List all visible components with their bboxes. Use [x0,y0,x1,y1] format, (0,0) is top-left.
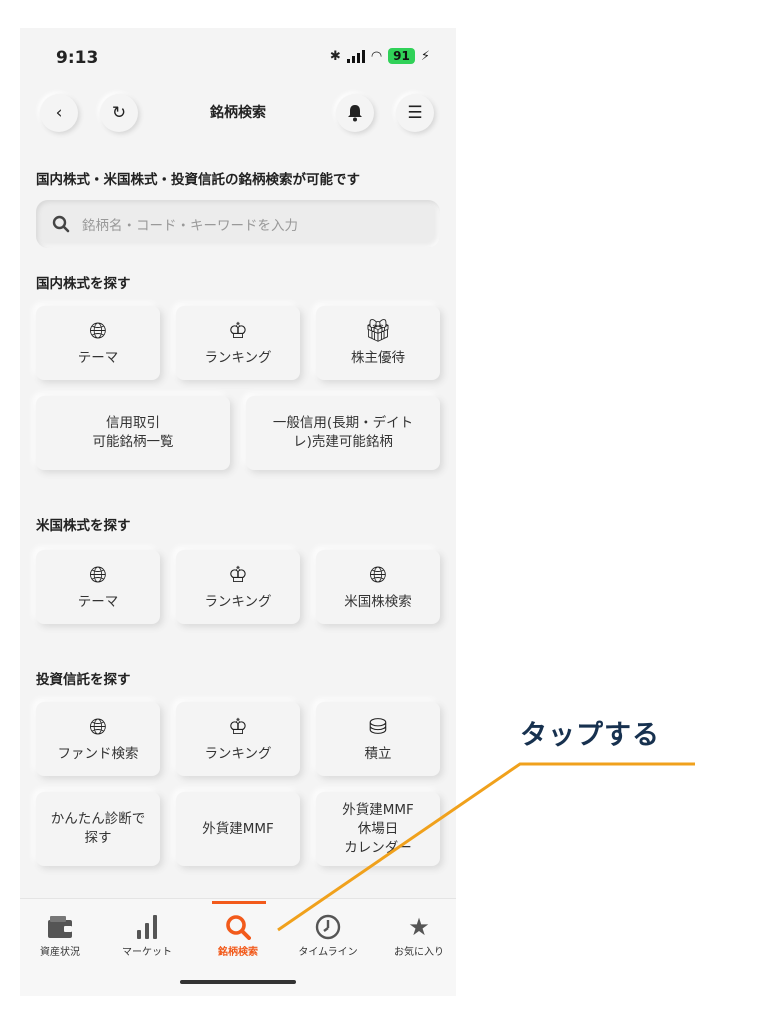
globe-icon: 🌐︎ [89,318,107,344]
shareholder-benefits-label: 株主優待 [351,349,405,366]
battery-level: 91 [388,48,415,64]
search-input[interactable]: 銘柄名・コード・キーワードを入力 [36,200,440,248]
domestic-theme-label: テーマ [77,349,119,366]
bell-icon [348,105,362,122]
us-ranking-label: ランキング [204,593,272,610]
us-theme-label: テーマ [77,593,119,610]
active-tab-indicator [212,901,266,904]
us-stock-search-button[interactable]: 🌐︎ 米国株検索 [316,550,440,624]
callout-text: タップする [520,720,660,751]
domestic-ranking-button[interactable]: ♔ ランキング [176,306,300,380]
wifi-icon: ◠ [370,48,383,64]
funds-section-title: 投資信託を探す [36,672,131,688]
fund-search-label: ファンド検索 [57,745,139,762]
status-icons: ✱ ◠ 91 ⚡ [330,48,430,64]
margin-trading-label-1: 信用取引 [106,415,160,431]
status-time: 9:13 [56,48,99,68]
search-placeholder: 銘柄名・コード・キーワードを入力 [82,218,298,234]
tab-favorites-label: お気に入り [394,947,444,958]
domestic-ranking-label: ランキング [204,349,272,366]
intro-text: 国内株式・米国株式・投資信託の銘柄検索が可能です [36,172,360,188]
signal-icon [346,49,365,63]
tab-search-label: 銘柄検索 [218,947,258,958]
clock-icon [288,911,368,943]
domestic-section-title: 国内株式を探す [36,276,131,292]
globe-search-icon: 🌐︎ [89,714,107,740]
crown-icon: ♔ [228,318,248,344]
us-section-title: 米国株式を探す [36,518,131,534]
mmf-holiday-label-3: カレンダー [344,839,412,856]
home-indicator [180,980,296,984]
fund-ranking-label: ランキング [204,745,272,762]
star-icon: ★ [408,913,430,941]
margin-trading-list-button[interactable]: 信用取引 可能銘柄一覧 [36,396,230,470]
wallet-icon [20,911,100,943]
search-icon [52,215,70,233]
tab-market[interactable]: マーケット [107,911,187,958]
general-margin-short-button[interactable]: 一般信用(長期・デイト レ)売建可能銘柄 [246,396,440,470]
us-theme-button[interactable]: 🌐︎ テーマ [36,550,160,624]
accumulation-label: 積立 [364,745,392,762]
globe-search-icon: 🌐︎ [369,562,387,588]
tab-assets[interactable]: 資産状況 [20,911,100,958]
general-margin-label-1: 一般信用(長期・デイト [272,415,414,431]
general-margin-label-2: レ)売建可能銘柄 [293,434,393,450]
notification-button[interactable] [336,94,374,132]
easy-diagnosis-label-1: かんたん診断で [50,811,146,827]
navigation-bar: ‹ ↻ 銘柄検索 ☰ [20,90,456,136]
search-icon [198,911,278,943]
tab-market-label: マーケット [122,947,172,958]
fund-ranking-button[interactable]: ♔ ランキング [176,702,300,776]
fund-search-button[interactable]: 🌐︎ ファンド検索 [36,702,160,776]
mmf-holiday-calendar-button[interactable]: 外貨建MMF 休場日 カレンダー [316,792,440,866]
page-title: 銘柄検索 [210,105,266,121]
charging-icon: ⚡ [420,48,430,64]
crown-icon: ♔ [228,562,248,588]
gift-icon: 🎁︎ [364,318,392,344]
us-stock-search-label: 米国株検索 [344,593,412,610]
coin-stack-icon: ⛁ [368,714,388,740]
tab-timeline-label: タイムライン [298,947,358,958]
menu-button[interactable]: ☰ [396,94,434,132]
mmf-holiday-label-1: 外貨建MMF [342,801,414,818]
foreign-mmf-button[interactable]: 外貨建MMF [176,792,300,866]
bluetooth-icon: ✱ [329,48,341,64]
phone-screen: 9:13 ✱ ◠ 91 ⚡ ‹ ↻ 銘柄検索 ☰ 国内株式・米国株式・投資信託の… [20,28,456,996]
globe-icon: 🌐︎ [89,562,107,588]
easy-diagnosis-button[interactable]: かんたん診断で 探す [36,792,160,866]
tab-favorites[interactable]: ★ お気に入り [379,911,456,958]
foreign-mmf-label: 外貨建MMF [202,820,274,837]
us-ranking-button[interactable]: ♔ ランキング [176,550,300,624]
bar-chart-icon [107,911,187,943]
margin-trading-label-2: 可能銘柄一覧 [92,434,174,450]
shareholder-benefits-button[interactable]: 🎁︎ 株主優待 [316,306,440,380]
menu-icon: ☰ [407,103,423,123]
mmf-holiday-label-2: 休場日 [357,820,399,837]
accumulation-button[interactable]: ⛁ 積立 [316,702,440,776]
tab-search[interactable]: 銘柄検索 [198,911,278,958]
crown-icon: ♔ [228,714,248,740]
domestic-theme-button[interactable]: 🌐︎ テーマ [36,306,160,380]
tab-timeline[interactable]: タイムライン [288,911,368,958]
tab-assets-label: 資産状況 [40,947,80,958]
status-bar: 9:13 ✱ ◠ 91 ⚡ [20,28,456,88]
easy-diagnosis-label-2: 探す [84,830,112,846]
